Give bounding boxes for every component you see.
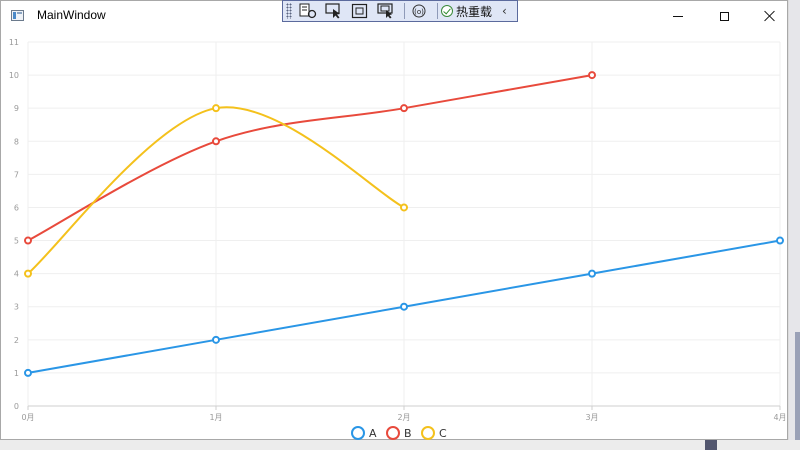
y-tick-label: 0	[14, 402, 19, 411]
toolbar-separator	[404, 3, 405, 19]
live-visual-tree-icon	[299, 3, 317, 19]
xaml-debug-toolbar: (o) 热重载 ‹	[282, 0, 518, 22]
y-tick-label: 4	[14, 270, 19, 279]
toolbar-grip-icon[interactable]	[286, 3, 292, 19]
legend-marker-C	[421, 426, 435, 440]
collapse-icon[interactable]: ‹	[502, 4, 507, 18]
desktop-taskbar-fragment	[705, 440, 717, 450]
data-point-A	[400, 302, 408, 311]
y-tick-label: 8	[14, 137, 19, 146]
legend-label-A: A	[369, 427, 377, 440]
y-tick-label: 3	[14, 303, 19, 312]
hot-reload-status-icon	[441, 5, 453, 17]
y-tick-label: 9	[14, 104, 19, 113]
data-point-A	[24, 368, 32, 377]
y-tick-label: 1	[14, 369, 19, 378]
select-element-button[interactable]	[323, 2, 345, 20]
y-tick-label: 7	[14, 170, 19, 179]
track-focus-icon	[377, 3, 393, 19]
toolbar-separator	[437, 3, 438, 19]
track-focus-button[interactable]	[375, 2, 397, 20]
data-point-A	[212, 335, 220, 344]
binding-failures-icon: (o)	[412, 4, 426, 18]
legend-marker-A	[351, 426, 365, 440]
data-point-C	[400, 203, 408, 212]
legend-marker-B	[386, 426, 400, 440]
main-window: MainWindow 0 1 2 3 4 5 6 7 8 9 10 11 0月 1月 2月 3月 4月 A B C	[0, 0, 788, 440]
data-point-B	[212, 137, 220, 146]
hot-reload-label: 热重载	[456, 4, 493, 19]
data-point-C	[212, 104, 220, 113]
y-tick-label: 6	[14, 203, 19, 212]
y-tick-label: 10	[9, 71, 19, 80]
x-tick-label: 3月	[585, 413, 598, 422]
binding-failures-button[interactable]: (o)	[408, 2, 430, 20]
display-layout-adorners-button[interactable]	[349, 2, 371, 20]
legend-label-C: C	[439, 427, 447, 440]
desktop-background-bottom	[0, 440, 800, 450]
desktop-background-accent	[795, 332, 800, 450]
x-tick-label: 0月	[21, 413, 34, 422]
y-tick-label: 5	[14, 237, 19, 246]
line-chart: 0 1 2 3 4 5 6 7 8 9 10 11 0月 1月 2月 3月 4月 A B C	[9, 38, 787, 440]
data-point-C	[24, 269, 32, 278]
display-layout-adorners-icon	[351, 3, 368, 19]
x-tick-label: 4月	[773, 413, 786, 422]
data-point-A	[588, 269, 596, 278]
select-element-icon	[325, 3, 340, 19]
y-tick-label: 2	[14, 336, 19, 345]
live-visual-tree-button[interactable]	[297, 2, 319, 20]
svg-text:(o): (o)	[414, 8, 424, 16]
data-point-B	[24, 236, 32, 245]
series-line-B	[27, 74, 593, 242]
hot-reload-status[interactable]: 热重载	[441, 3, 492, 20]
data-point-A	[776, 236, 784, 245]
data-point-B	[400, 104, 408, 113]
y-tick-label: 11	[9, 38, 19, 47]
legend-label-B: B	[404, 427, 412, 440]
x-tick-label: 1月	[209, 413, 222, 422]
x-tick-label: 2月	[397, 413, 410, 422]
data-point-B	[588, 71, 596, 80]
